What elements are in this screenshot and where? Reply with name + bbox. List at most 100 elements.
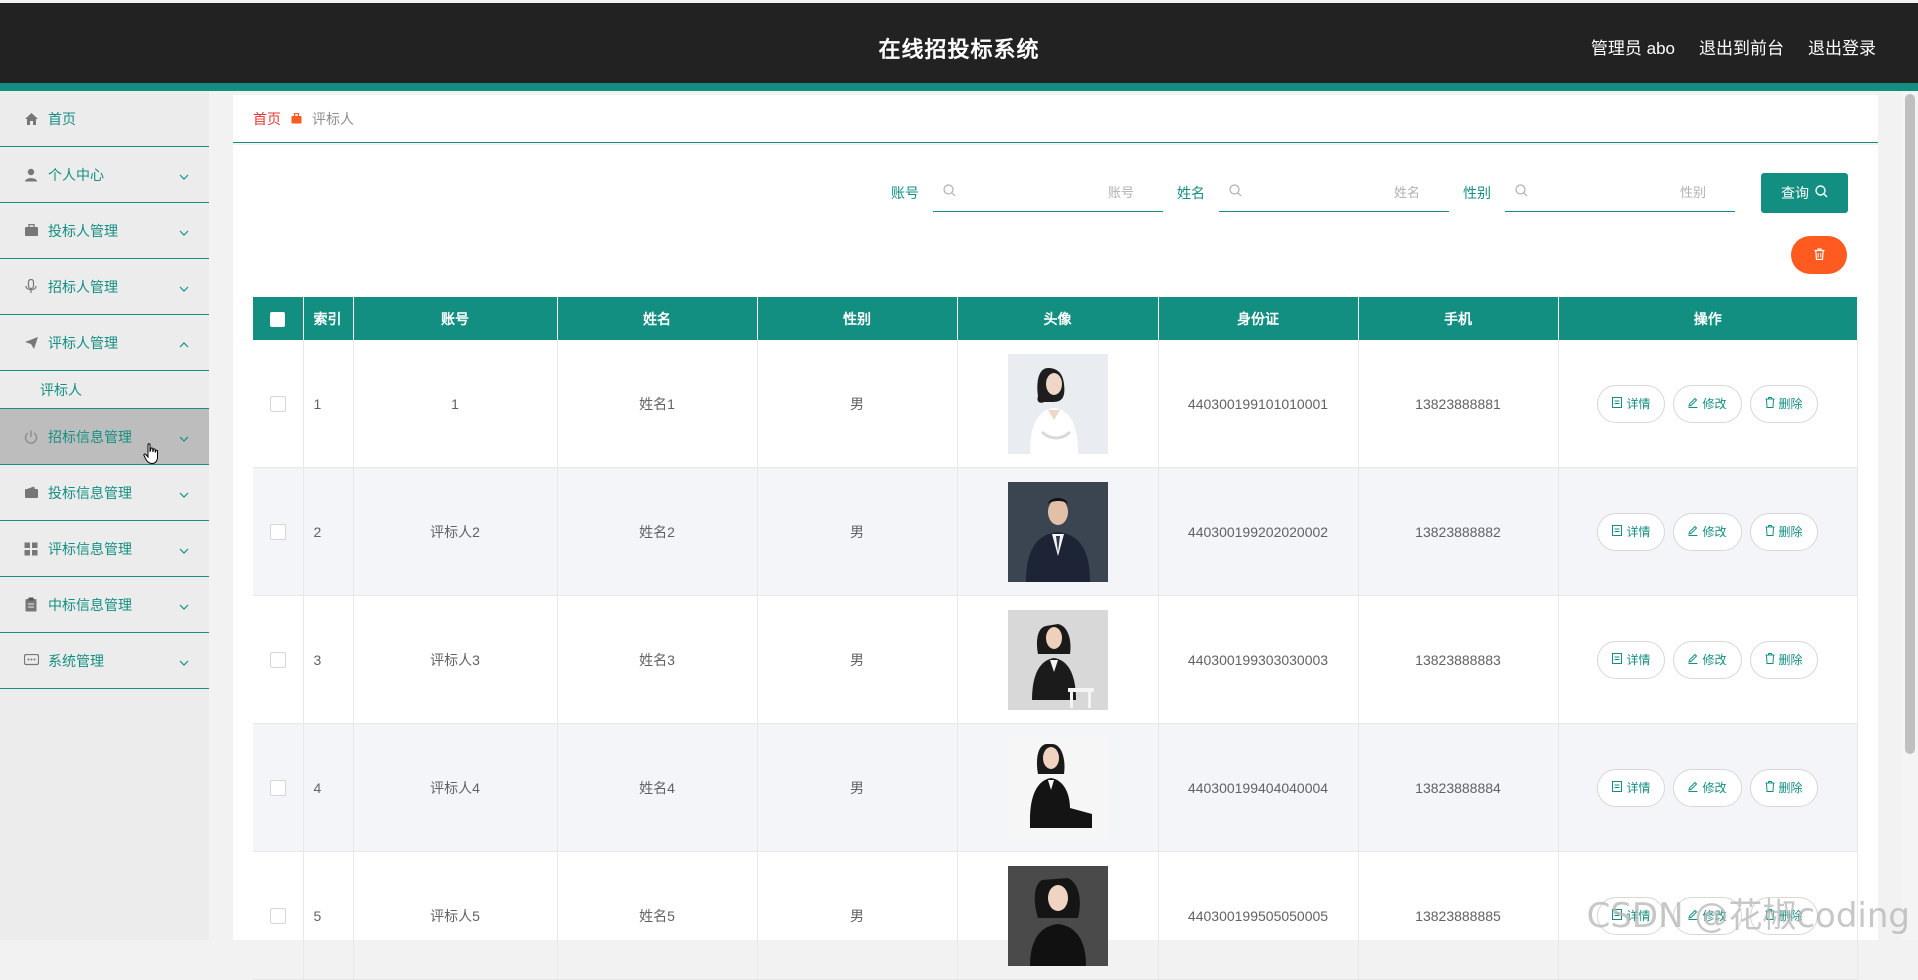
sidebar-subitem-evaluator[interactable]: 评标人 — [0, 371, 209, 409]
search-icon — [1815, 185, 1828, 201]
sidebar-item-home[interactable]: 首页 — [0, 91, 209, 147]
column-header[interactable]: 身份证 — [1158, 297, 1359, 340]
chevron-down-icon — [179, 279, 189, 295]
main-content: 账号 姓名 性别 查询 — [233, 145, 1878, 980]
sidebar-item-tenderer-management[interactable]: 招标人管理 — [0, 259, 209, 315]
sidebar-item-award-info-management[interactable]: 中标信息管理 — [0, 577, 209, 633]
row-checkbox[interactable] — [269, 396, 286, 413]
sidebar-item-system-management[interactable]: 系统管理 — [0, 633, 209, 689]
document-icon — [1612, 652, 1623, 667]
sidebar-item-bidder-management[interactable]: 投标人管理 — [0, 203, 209, 259]
page-scrollbar[interactable] — [1902, 91, 1918, 940]
phone-cell: 13823888885 — [1358, 851, 1559, 980]
trash-icon — [1765, 780, 1775, 795]
gender-input[interactable] — [1528, 184, 1732, 201]
document-icon — [1612, 524, 1623, 539]
actions-cell: 详情 修改 删除 — [1558, 595, 1858, 724]
sidebar-item-evaluator-management[interactable]: 评标人管理 — [0, 315, 209, 371]
column-header[interactable]: 性别 — [757, 297, 958, 340]
sidebar-item-personal-center[interactable]: 个人中心 — [0, 147, 209, 203]
document-icon — [1612, 396, 1623, 411]
breadcrumb-home[interactable]: 首页 — [253, 109, 281, 129]
table-row: 4 评标人4 姓名4 男 440300199404040004 13823888… — [253, 723, 1858, 852]
query-button[interactable]: 查询 — [1761, 173, 1848, 213]
chat-icon — [22, 653, 40, 669]
row-select-cell — [253, 595, 304, 724]
trash-icon — [1765, 524, 1775, 539]
sidebar-item-label: 招标信息管理 — [48, 428, 132, 445]
row-checkbox[interactable] — [269, 780, 286, 797]
avatar[interactable] — [1007, 865, 1108, 966]
select-all-checkbox[interactable] — [270, 311, 286, 327]
column-header[interactable]: 姓名 — [557, 297, 758, 340]
table-row: 2 评标人2 姓名2 男 440300199202020002 13823888… — [253, 467, 1858, 596]
edit-button[interactable]: 修改 — [1673, 640, 1742, 679]
detail-button[interactable]: 详情 — [1597, 384, 1666, 423]
delete-label: 删除 — [1778, 397, 1803, 411]
account-input[interactable] — [956, 184, 1160, 201]
clipboard-icon — [22, 597, 40, 613]
logout-link[interactable]: 退出登录 — [1808, 34, 1876, 59]
column-header[interactable]: 头像 — [957, 297, 1159, 340]
avatar[interactable] — [1007, 609, 1108, 710]
gender-field — [1505, 174, 1735, 212]
detail-label: 详情 — [1626, 653, 1651, 667]
wallet-icon — [22, 485, 40, 501]
search-icon — [1229, 183, 1242, 202]
edit-button[interactable]: 修改 — [1673, 512, 1742, 551]
avatar-cell — [957, 340, 1159, 468]
id-card-cell: 440300199303030003 — [1158, 595, 1359, 724]
row-checkbox[interactable] — [269, 524, 286, 541]
sidebar-item-evaluation-info-management[interactable]: 评标信息管理 — [0, 521, 209, 577]
column-header[interactable]: 索引 — [303, 297, 354, 340]
avatar-cell — [957, 595, 1159, 724]
scrollbar-thumb[interactable] — [1905, 94, 1915, 754]
avatar[interactable] — [1007, 481, 1108, 582]
grid-icon — [22, 541, 40, 557]
sidebar-item-bid-info-management[interactable]: 投标信息管理 — [0, 465, 209, 521]
delete-button[interactable]: 删除 — [1749, 640, 1818, 679]
delete-label: 删除 — [1778, 781, 1803, 795]
gender-cell: 男 — [757, 595, 958, 724]
search-bar: 账号 姓名 性别 查询 — [891, 173, 1848, 213]
detail-button[interactable]: 详情 — [1597, 768, 1666, 807]
avatar[interactable] — [1007, 737, 1108, 838]
account-cell: 评标人4 — [353, 723, 558, 852]
detail-button[interactable]: 详情 — [1597, 640, 1666, 679]
table-row: 1 1 姓名1 男 440300199101010001 13823888881… — [253, 340, 1858, 468]
sidebar-item-label: 评标信息管理 — [48, 540, 132, 557]
sidebar-item-label: 投标人管理 — [48, 222, 118, 239]
table-header-row: 索引 账号 姓名 性别 头像 身份证 手机 操作 — [253, 297, 1857, 340]
edit-label: 修改 — [1702, 653, 1727, 667]
delete-button[interactable]: 删除 — [1749, 512, 1818, 551]
chevron-down-icon — [179, 223, 189, 239]
account-cell: 评标人2 — [353, 467, 558, 596]
delete-button[interactable]: 删除 — [1749, 768, 1818, 807]
row-checkbox[interactable] — [269, 908, 286, 925]
row-checkbox[interactable] — [269, 652, 286, 669]
name-cell: 姓名4 — [557, 723, 758, 852]
home-icon — [22, 111, 40, 127]
edit-button[interactable]: 修改 — [1673, 384, 1742, 423]
delete-label: 删除 — [1778, 525, 1803, 539]
avatar[interactable] — [1007, 353, 1108, 454]
sidebar-item-tender-info-management[interactable]: 招标信息管理 — [0, 409, 209, 465]
detail-button[interactable]: 详情 — [1597, 512, 1666, 551]
avatar-cell — [957, 467, 1159, 596]
top-bar: 在线招投标系统 管理员 abo 退出到前台 退出登录 — [0, 3, 1918, 83]
admin-user-link[interactable]: 管理员 abo — [1591, 34, 1675, 59]
delete-button[interactable]: 删除 — [1749, 384, 1818, 423]
column-header[interactable]: 账号 — [353, 297, 558, 340]
chevron-down-icon — [179, 429, 189, 445]
edit-label: 修改 — [1702, 397, 1727, 411]
name-input[interactable] — [1242, 184, 1446, 201]
account-field — [933, 174, 1163, 212]
batch-delete-button[interactable] — [1791, 236, 1847, 274]
edit-button[interactable]: 修改 — [1673, 768, 1742, 807]
briefcase-icon — [22, 223, 40, 239]
back-to-frontend-link[interactable]: 退出到前台 — [1699, 34, 1784, 59]
delete-label: 删除 — [1778, 653, 1803, 667]
name-field — [1219, 174, 1449, 212]
top-bar-accent — [0, 83, 1918, 91]
column-header[interactable]: 手机 — [1358, 297, 1559, 340]
